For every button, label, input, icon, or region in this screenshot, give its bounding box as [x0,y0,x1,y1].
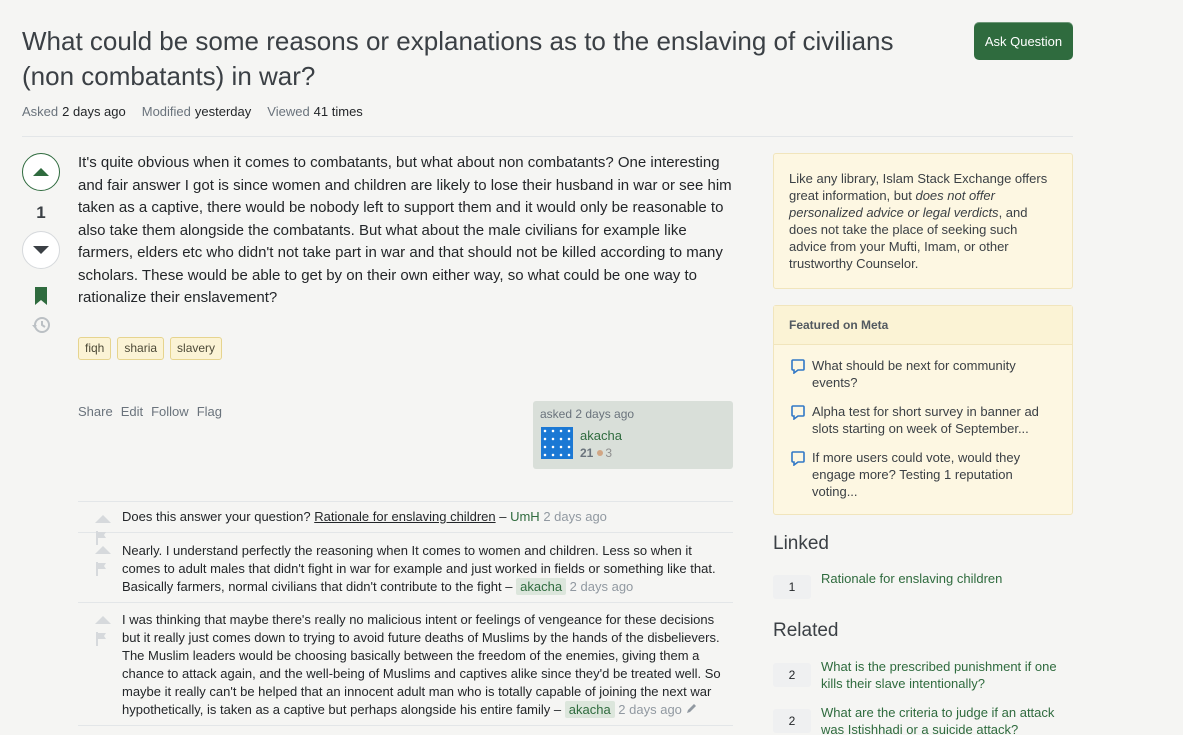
asked-meta: Asked 2 days ago [22,104,126,119]
comment-upvote-icon[interactable] [95,515,111,523]
edit-link[interactable]: Edit [121,404,143,419]
timeline-button[interactable] [31,316,51,339]
featured-item[interactable]: Alpha test for short survey in banner ad… [774,403,1072,437]
pencil-icon [686,704,696,713]
owner-card: asked 2 days ago akacha 21 3 [533,401,733,469]
comment-user[interactable]: akacha [564,701,615,718]
related-title[interactable]: What are the criteria to judge if an att… [821,704,1073,735]
bronze-badge-icon [597,450,604,456]
follow-link[interactable]: Follow [151,404,189,419]
comment-user[interactable]: UmH [510,509,540,524]
advice-notice: Like any library, Islam Stack Exchange o… [773,153,1073,289]
comment-upvote-icon[interactable] [95,616,111,624]
modified-meta: Modified yesterday [141,104,252,119]
post-menu: Share Edit Follow Flag [78,404,222,419]
caret-down-icon [33,246,49,254]
featured-on-meta: Featured on Meta What should be next for… [773,305,1073,515]
avatar[interactable] [541,427,573,459]
upvote-button[interactable] [22,153,60,191]
downvote-button[interactable] [22,231,60,269]
comment: Does this answer your question? Rational… [78,502,733,545]
comment-upvote-icon[interactable] [95,546,111,554]
owner-reputation: 21 3 [580,446,613,460]
comment-date: 2 days ago [569,579,634,594]
bookmark-icon [35,287,47,305]
featured-title: Featured on Meta [774,306,1072,345]
featured-item[interactable]: What should be next for community events… [774,357,1072,391]
comment-date: 2 days ago [543,509,607,524]
header-divider [22,136,1073,137]
question-meta: Asked 2 days ago Modified yesterday Viewed… [22,104,363,119]
vote-column: 1 [22,153,62,333]
tag-slavery[interactable]: slavery [170,337,223,360]
comment: I was thinking that maybe there's really… [78,603,733,726]
share-link[interactable]: Share [78,404,113,419]
tag-sharia[interactable]: sharia [117,337,165,360]
vote-count: 1 [36,203,46,222]
linked-count: 1 [773,575,811,599]
asked-time: asked 2 days ago [540,407,635,421]
comment: Nearly. I understand perfectly the reaso… [78,533,733,603]
speech-bubble-icon [791,451,805,466]
caret-up-icon [33,168,49,176]
related-count: 2 [773,663,811,687]
comment-user[interactable]: akacha [516,578,567,595]
bookmark-button[interactable] [34,287,48,310]
comment-link[interactable]: Rationale for enslaving children [314,509,495,524]
related-title[interactable]: What is the prescribed punishment if one… [821,658,1073,692]
speech-bubble-icon [791,359,805,374]
flag-link[interactable]: Flag [197,404,222,419]
question-title[interactable]: What could be some reasons or explanatio… [22,24,942,94]
speech-bubble-icon [791,405,805,420]
tag-fiqh[interactable]: fiqh [78,337,112,360]
featured-item[interactable]: If more users could vote, would they eng… [774,449,1072,500]
linked-heading: Linked [773,533,829,554]
ask-question-button[interactable]: Ask Question [974,22,1073,60]
owner-name[interactable]: akacha [580,428,622,443]
related-count: 2 [773,709,811,733]
linked-title[interactable]: Rationale for enslaving children [821,570,1073,587]
comment-date: 2 days ago [618,702,682,717]
question-body: It's quite obvious when it comes to comb… [78,154,732,306]
flag-icon[interactable] [95,562,107,576]
comments-list: Does this answer your question? Rational… [78,501,733,726]
history-icon [32,317,50,333]
tag-list: fiqh sharia slavery [78,337,223,360]
related-heading: Related [773,620,839,641]
flag-icon[interactable] [95,632,107,646]
viewed-meta: Viewed 41 times [267,104,363,119]
